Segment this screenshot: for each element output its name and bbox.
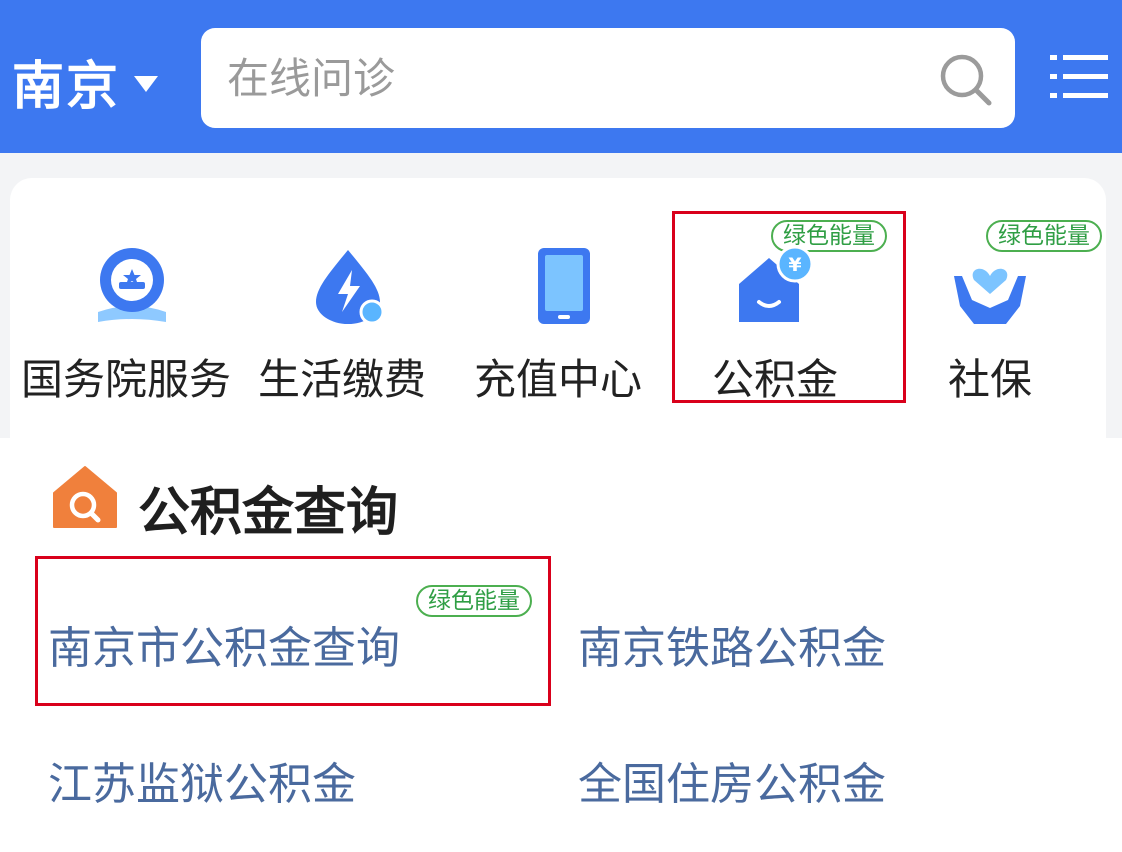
utility-payment-icon	[316, 250, 385, 325]
search-input[interactable]	[227, 28, 927, 128]
menu-list-icon[interactable]	[1050, 52, 1110, 102]
service-recharge[interactable]: 充值中心	[448, 178, 668, 408]
link-jiangsu-prison-fund[interactable]: 江苏监狱公积金	[48, 748, 356, 812]
search-box[interactable]	[201, 28, 1015, 128]
service-label: 充值中心	[473, 355, 642, 404]
social-security-icon	[954, 268, 1026, 324]
city-selector[interactable]: 南京	[12, 44, 159, 119]
top-bar: 南京	[0, 0, 1122, 153]
section-title: 公积金查询	[138, 483, 399, 543]
house-search-icon	[53, 466, 117, 528]
service-label: 公积金	[711, 355, 838, 404]
link-national-housing-fund[interactable]: 全国住房公积金	[578, 748, 886, 812]
state-council-icon	[98, 248, 166, 322]
svg-text:¥: ¥	[788, 254, 801, 276]
service-label: 生活缴费	[257, 355, 426, 404]
service-utility-payment[interactable]: 生活缴费	[232, 178, 452, 408]
link-nanjing-housing-fund-query[interactable]: 南京市公积金查询	[48, 612, 400, 676]
service-label: 社保	[947, 355, 1032, 404]
housing-fund-icon: ¥	[739, 245, 814, 322]
service-label: 国务院服务	[20, 355, 231, 404]
service-housing-fund[interactable]: 绿色能量 ¥ 公积金	[665, 178, 887, 408]
green-energy-badge: 绿色能量	[416, 585, 532, 617]
services-card: 国务院服务 生活缴费 充值中心 绿色能量 ¥ 公积金 绿色能量 社保	[10, 178, 1106, 478]
service-state-council[interactable]: 国务院服务	[16, 178, 236, 408]
recharge-phone-icon	[538, 248, 590, 324]
service-social-security[interactable]: 绿色能量 社保	[880, 178, 1102, 408]
caret-down-icon	[134, 75, 159, 92]
search-icon[interactable]	[936, 50, 994, 108]
city-name: 南京	[12, 57, 121, 117]
link-nanjing-railway-fund[interactable]: 南京铁路公积金	[578, 612, 886, 676]
